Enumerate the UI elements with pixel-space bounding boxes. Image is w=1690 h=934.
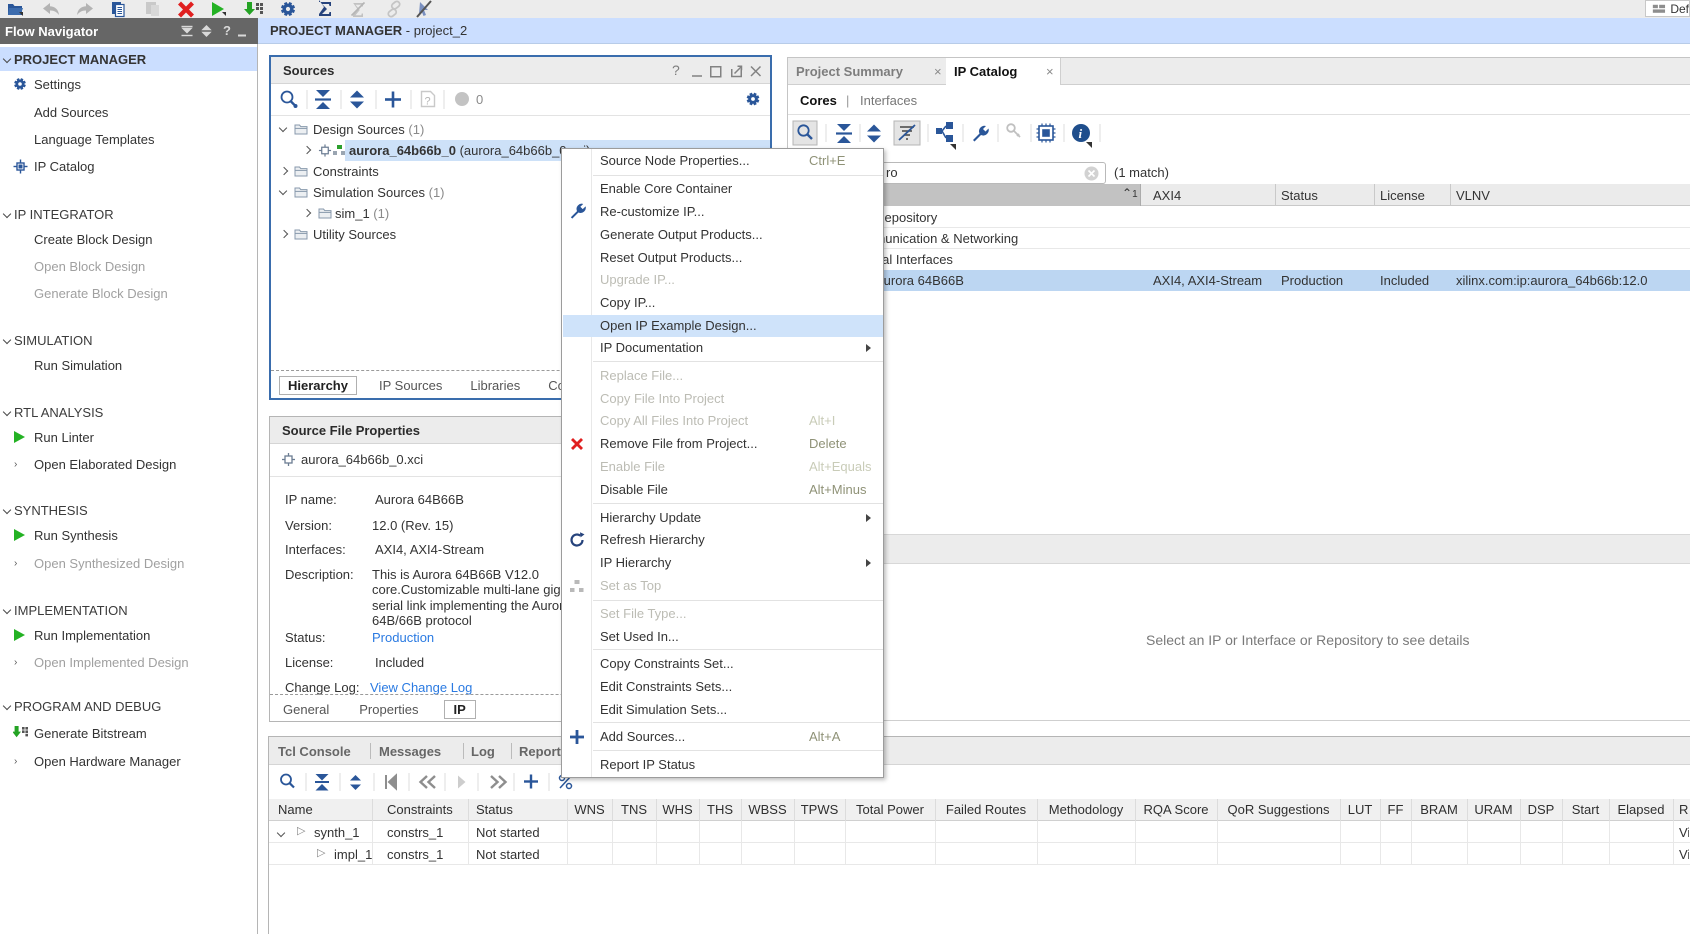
svg-text:?: ? (223, 23, 231, 38)
svg-text:i: i (1079, 126, 1083, 141)
svg-text:?: ? (425, 96, 431, 108)
svg-text:0: 0 (476, 92, 483, 107)
